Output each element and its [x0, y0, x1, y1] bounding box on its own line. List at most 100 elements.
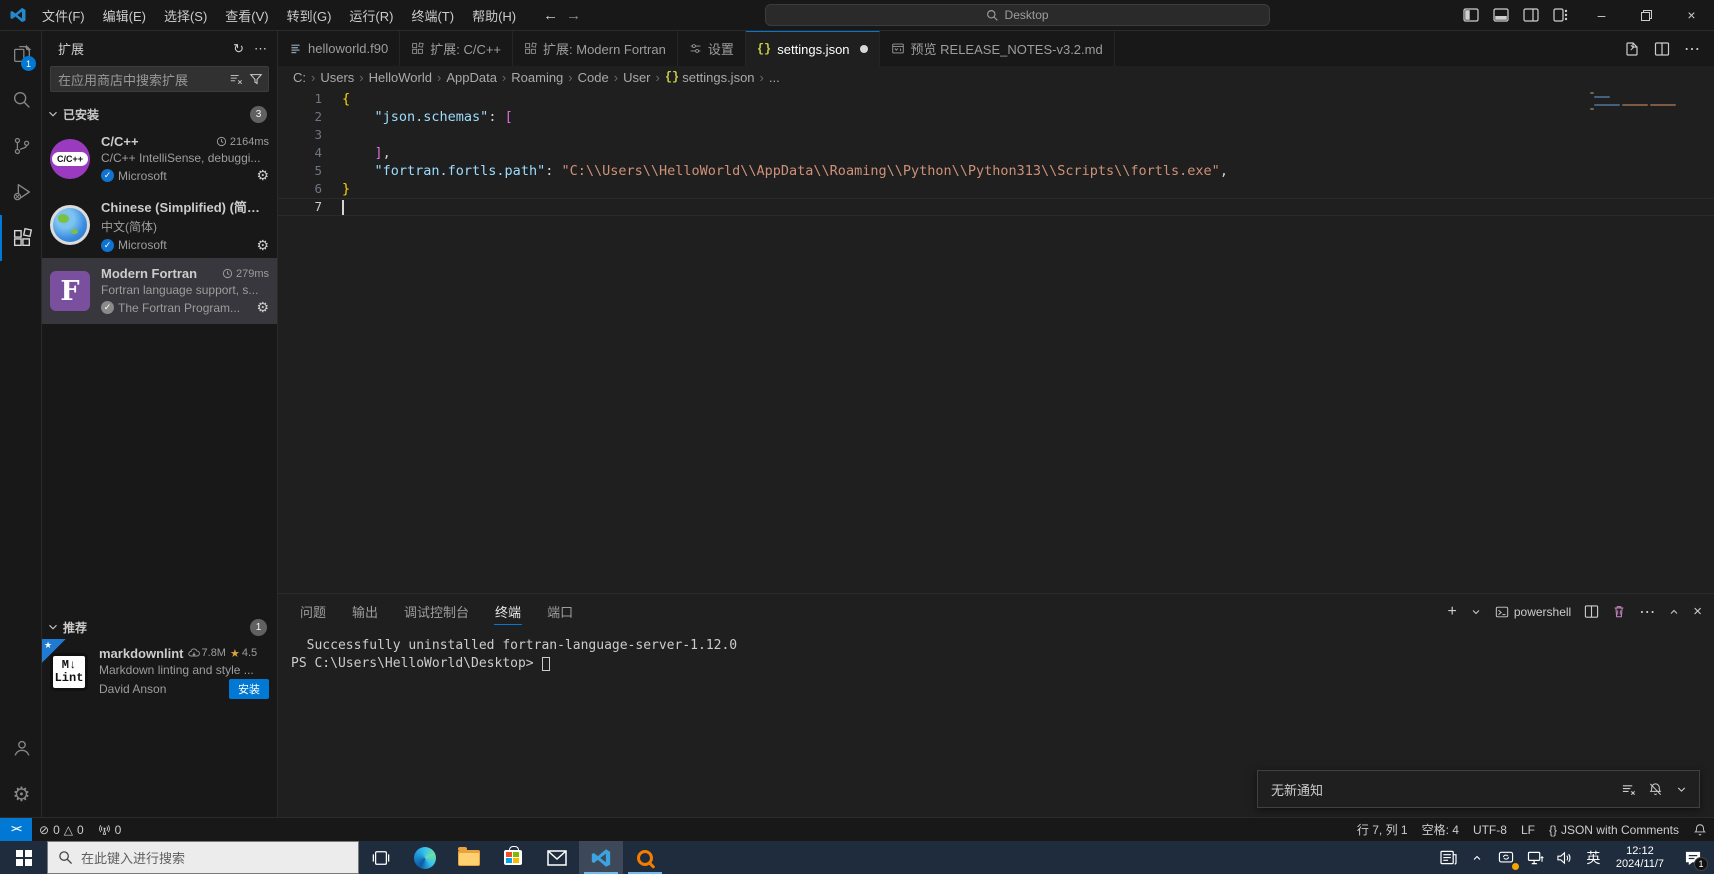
maximize-panel-icon[interactable] — [1668, 606, 1680, 618]
back-arrow-icon[interactable]: ← — [543, 7, 558, 24]
editor-scrollbar[interactable] — [1700, 88, 1714, 593]
code-line[interactable]: 4 ], — [278, 144, 1714, 162]
panel-tab-terminal[interactable]: 终端 — [494, 594, 522, 629]
taskbar-clock[interactable]: 12:12 2024/11/7 — [1608, 841, 1672, 874]
file-explorer-icon[interactable] — [447, 841, 491, 874]
source-control-icon[interactable] — [0, 123, 41, 169]
breadcrumb-item[interactable]: Users — [320, 70, 354, 85]
extensions-view-icon[interactable] — [0, 215, 41, 261]
menu-terminal[interactable]: 终端(T) — [402, 0, 463, 30]
microsoft-store-icon[interactable] — [491, 841, 535, 874]
code-line[interactable]: 7 — [278, 198, 1714, 216]
settings-gear-icon[interactable]: ⚙ — [0, 771, 41, 817]
breadcrumb-item[interactable]: HelloWorld — [369, 70, 432, 85]
edge-icon[interactable] — [403, 841, 447, 874]
tab-settings-json[interactable]: {} settings.json — [746, 31, 880, 66]
news-widget-icon[interactable] — [1434, 841, 1463, 874]
menu-help[interactable]: 帮助(H) — [463, 0, 525, 30]
code-line[interactable]: 2 "json.schemas": [ — [278, 108, 1714, 126]
notifications-bell-icon[interactable] — [1686, 818, 1714, 841]
code-line[interactable]: 6} — [278, 180, 1714, 198]
kill-terminal-icon[interactable] — [1612, 604, 1626, 619]
panel-tab-problems[interactable]: 问题 — [299, 594, 327, 629]
toggle-sidebar-icon[interactable] — [1463, 7, 1479, 23]
input-language-indicator[interactable]: 英 — [1579, 841, 1608, 874]
panel-tab-output[interactable]: 输出 — [351, 594, 379, 629]
tab-helloworld-f90[interactable]: helloworld.f90 — [278, 31, 400, 66]
tab-extension-cpp[interactable]: 扩展: C/C++ — [400, 31, 513, 66]
menu-edit[interactable]: 编辑(E) — [94, 0, 155, 30]
restore-button[interactable] — [1624, 0, 1669, 30]
toggle-secondary-sidebar-icon[interactable] — [1523, 7, 1539, 23]
problems-status[interactable]: ⊘0 △0 — [32, 818, 91, 841]
breadcrumb-item[interactable]: Roaming — [511, 70, 563, 85]
toggle-panel-icon[interactable] — [1493, 7, 1509, 23]
extensions-search-input[interactable]: 在应用商店中搜索扩展 — [50, 66, 269, 92]
network-icon[interactable] — [1521, 841, 1550, 874]
search-view-icon[interactable] — [0, 77, 41, 123]
shell-label[interactable]: powershell — [1495, 605, 1571, 619]
task-view-button[interactable] — [359, 841, 403, 874]
minimize-button[interactable]: – — [1579, 0, 1624, 30]
panel-more-actions-icon[interactable]: ⋯ — [1639, 602, 1655, 622]
menu-view[interactable]: 查看(V) — [216, 0, 277, 30]
open-settings-ui-icon[interactable] — [1624, 41, 1640, 57]
hidden-icons-chevron[interactable] — [1463, 841, 1492, 874]
more-actions-icon[interactable]: ⋯ — [254, 41, 267, 57]
language-mode[interactable]: {}JSON with Comments — [1542, 818, 1686, 841]
installed-section-header[interactable]: 已安装 3 — [42, 102, 277, 126]
notification-toast[interactable]: 无新通知 — [1257, 770, 1700, 808]
start-button[interactable] — [0, 841, 47, 874]
extension-item-markdownlint[interactable]: ★ M↓ Lint markdownlint 7.8M ★4.5 Markdow… — [42, 639, 277, 705]
install-button[interactable]: 安装 — [229, 679, 269, 699]
code-editor[interactable]: 1{2 "json.schemas": [34 ],5 "fortran.for… — [278, 88, 1714, 593]
run-debug-icon[interactable] — [0, 169, 41, 215]
refresh-icon[interactable]: ↻ — [233, 41, 244, 57]
mail-icon[interactable] — [535, 841, 579, 874]
remote-indicator[interactable]: >< — [0, 818, 32, 841]
close-window-button[interactable]: × — [1669, 0, 1714, 30]
split-terminal-icon[interactable] — [1584, 604, 1599, 619]
close-panel-icon[interactable]: × — [1693, 603, 1702, 620]
vscode-taskbar-icon[interactable] — [579, 841, 623, 874]
code-line[interactable]: 5 "fortran.fortls.path": "C:\\Users\\Hel… — [278, 162, 1714, 180]
recommended-section-header[interactable]: 推荐 1 — [42, 615, 277, 639]
action-center-button[interactable]: 1 — [1672, 841, 1714, 874]
customize-layout-icon[interactable] — [1553, 7, 1569, 23]
encoding[interactable]: UTF-8 — [1466, 818, 1514, 841]
panel-tab-ports[interactable]: 端口 — [546, 594, 574, 629]
extension-item-chinese[interactable]: Chinese (Simplified) (简体... 中文(简体) ✓ Mic… — [42, 192, 277, 258]
explorer-icon[interactable]: 1 — [0, 31, 41, 77]
cursor-position[interactable]: 行 7, 列 1 — [1350, 818, 1415, 841]
clear-all-notifications-icon[interactable] — [1621, 782, 1636, 797]
menu-file[interactable]: 文件(F) — [33, 0, 94, 30]
eol-sequence[interactable]: LF — [1514, 818, 1542, 841]
breadcrumb-item[interactable]: C: — [293, 70, 306, 85]
breadcrumb-item[interactable]: AppData — [446, 70, 497, 85]
everything-search-icon[interactable] — [623, 841, 667, 874]
modified-dot-icon[interactable] — [860, 45, 868, 53]
breadcrumb-item[interactable]: settings.json — [682, 70, 754, 85]
clear-filter-icon[interactable] — [229, 72, 243, 86]
accounts-icon[interactable] — [0, 725, 41, 771]
volume-icon[interactable] — [1550, 841, 1579, 874]
sync-status-icon[interactable] — [1492, 841, 1521, 874]
hide-notifications-icon[interactable] — [1675, 783, 1688, 796]
editor-more-actions-icon[interactable]: ⋯ — [1684, 39, 1700, 59]
ports-status[interactable]: 0 — [91, 818, 129, 841]
indentation[interactable]: 空格: 4 — [1415, 818, 1466, 841]
tab-settings[interactable]: 设置 — [678, 31, 746, 66]
breadcrumb-item[interactable]: User — [623, 70, 650, 85]
do-not-disturb-icon[interactable] — [1648, 782, 1663, 797]
code-line[interactable]: 1{ — [278, 90, 1714, 108]
manage-gear-icon[interactable]: ⚙ — [256, 167, 269, 184]
breadcrumb-item[interactable]: ... — [769, 70, 780, 85]
taskbar-search-input[interactable]: 在此键入进行搜索 — [47, 841, 359, 874]
tab-extension-modern-fortran[interactable]: 扩展: Modern Fortran — [513, 31, 678, 66]
forward-arrow-icon[interactable]: → — [566, 7, 581, 24]
breadcrumb-item[interactable]: Code — [578, 70, 609, 85]
new-terminal-icon[interactable]: + — [1448, 603, 1457, 621]
menu-run[interactable]: 运行(R) — [340, 0, 402, 30]
extension-item-modern-fortran[interactable]: F Modern Fortran 279ms Fortran language … — [42, 258, 277, 324]
menu-goto[interactable]: 转到(G) — [278, 0, 341, 30]
